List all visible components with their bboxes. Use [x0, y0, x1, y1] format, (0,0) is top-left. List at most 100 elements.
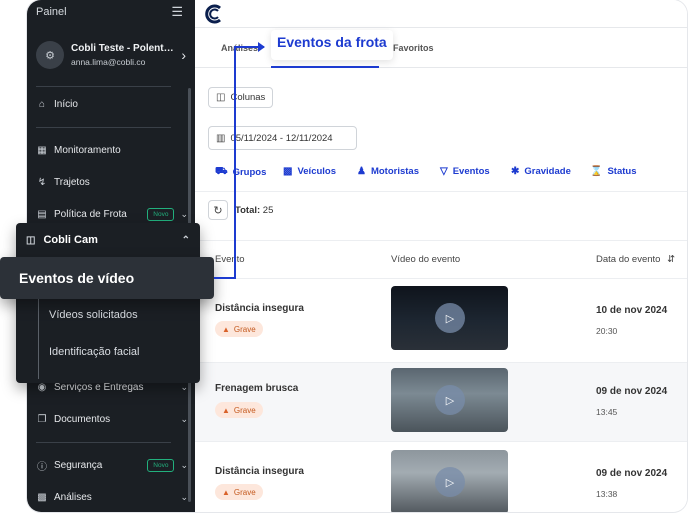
event-time: 13:45: [596, 407, 618, 417]
tab-label: Eventos da frota: [271, 30, 393, 60]
video-thumbnail[interactable]: ▷: [391, 368, 508, 432]
hourglass-icon: ⌛: [590, 166, 603, 177]
table-row[interactable]: Distância insegura ▲ Grave ▷ 09 de nov 2…: [195, 442, 687, 512]
sidebar-item-label: Análises: [54, 491, 92, 503]
chevron-down-icon: ⌄: [180, 381, 188, 392]
topbar: [195, 0, 687, 28]
sidebar-header: Painel ☰: [27, 0, 195, 24]
tab-eventos-da-frota[interactable]: Eventos da frota: [271, 28, 393, 68]
divider: [36, 442, 171, 443]
refresh-button[interactable]: ↻: [208, 200, 228, 220]
column-header-data[interactable]: Data do evento ⇵: [596, 254, 675, 265]
submenu-item-videos-solicitados[interactable]: Vídeos solicitados: [49, 309, 138, 321]
play-icon[interactable]: ▷: [435, 385, 465, 415]
hamburger-menu-icon[interactable]: ☰: [171, 4, 183, 20]
filter-label: Grupos: [232, 167, 267, 178]
tab-label: Análises: [221, 43, 259, 53]
refresh-icon: ↻: [213, 204, 223, 217]
filter-label: Status: [607, 166, 637, 177]
gear-icon: ⚙: [45, 49, 55, 62]
total-value: 25: [262, 205, 274, 216]
account-email: anna.lima@cobli.co: [71, 57, 146, 67]
filter-veiculos[interactable]: ▩ Veículos: [283, 166, 336, 177]
sidebar-item-inicio[interactable]: ⌂ Início: [36, 94, 188, 114]
sidebar-item-monitoramento[interactable]: ▦ Monitoramento: [36, 140, 188, 160]
warning-icon: ▲: [222, 324, 230, 334]
car-icon: ▩: [283, 166, 293, 177]
callout-connector: [214, 277, 236, 279]
event-name: Frenagem brusca: [215, 383, 299, 394]
chart-icon: ▩: [37, 491, 47, 503]
filter-status[interactable]: ⌛ Status: [590, 166, 637, 177]
date-range-picker[interactable]: ▥ 05/11/2024 - 12/11/2024: [208, 126, 357, 150]
package-icon: ◉: [37, 381, 47, 393]
table-row[interactable]: Frenagem brusca ▲ Grave ▷ 09 de nov 2024…: [195, 363, 687, 441]
filter-gravidade[interactable]: ✱ Gravidade: [511, 166, 571, 177]
submenu-item-identificacao-facial[interactable]: Identificação facial: [49, 346, 140, 358]
submenu-item-eventos-de-video[interactable]: Eventos de vídeo: [0, 257, 214, 299]
total-count: Total: 25: [235, 205, 273, 216]
severity-label: Grave: [233, 487, 256, 497]
callout-connector: [234, 46, 236, 278]
cobli-cam-submenu: ◫ Cobli Cam ⌃ Vídeos solicitados Identif…: [16, 223, 200, 383]
sidebar-item-cobli-cam[interactable]: ◫ Cobli Cam ⌃: [16, 223, 200, 257]
date-range-value: 05/11/2024 - 12/11/2024: [230, 132, 333, 144]
sidebar-title: Painel: [36, 6, 67, 18]
sidebar-item-documentos[interactable]: ❐ Documentos ⌄: [36, 409, 188, 429]
document-icon: ▤: [37, 208, 47, 220]
main-content: Análises ☆ Favoritos Eventos da frota ◫ …: [195, 0, 687, 512]
sidebar-item-label: Serviços e Entregas: [54, 381, 144, 393]
total-label: Total:: [235, 205, 261, 216]
sidebar-item-politica-de-frota[interactable]: ▤ Política de Frota Novo ⌄: [36, 204, 188, 224]
filter-eventos[interactable]: ▽ Eventos: [440, 166, 490, 177]
filter-label: Veículos: [297, 166, 337, 177]
chevron-up-icon: ⌃: [181, 234, 190, 246]
sidebar-item-label: Documentos: [54, 413, 111, 425]
sidebar-item-label: Trajetos: [54, 176, 90, 188]
route-icon: ↯: [37, 176, 47, 188]
tab-analises[interactable]: Análises: [221, 28, 258, 68]
column-header-video: Vídeo do evento: [391, 254, 461, 265]
bolt-icon: ✱: [511, 166, 520, 177]
map-icon: ▦: [37, 144, 47, 156]
new-badge: Novo: [147, 207, 175, 221]
play-icon[interactable]: ▷: [435, 467, 465, 497]
sidebar-item-label: Segurança: [54, 459, 103, 471]
active-tab-indicator: [271, 66, 379, 68]
sidebar-item-label: Início: [54, 98, 78, 110]
sidebar-item-analises[interactable]: ▩ Análises ⌄: [36, 487, 188, 507]
avatar: ⚙: [36, 41, 64, 69]
video-thumbnail[interactable]: ▷: [391, 286, 508, 350]
warning-icon: ▲: [222, 487, 230, 497]
truck-icon: ⛟: [215, 166, 228, 177]
sidebar-item-label: Monitoramento: [54, 144, 121, 156]
filter-icon: ▽: [440, 166, 448, 177]
event-date: 10 de nov 2024: [596, 305, 668, 316]
columns-icon: ◫: [216, 92, 226, 103]
chevron-down-icon: ⌄: [180, 459, 188, 470]
severity-badge: ▲ Grave: [215, 484, 263, 500]
column-header-evento[interactable]: Evento: [215, 254, 245, 265]
table-row[interactable]: Distância insegura ▲ Grave ▷ 10 de nov 2…: [195, 279, 687, 362]
event-name: Distância insegura: [215, 466, 304, 477]
event-time: 13:38: [596, 489, 618, 499]
severity-label: Grave: [233, 324, 256, 334]
filter-grupos[interactable]: ⛟ Grupos: [215, 166, 266, 179]
calendar-icon: ▥: [216, 132, 226, 144]
sidebar-item-seguranca[interactable]: ⓘ Segurança Novo ⌄: [36, 455, 188, 475]
filter-motoristas[interactable]: ♟ Motoristas: [357, 166, 419, 177]
arrow-right-icon: [258, 42, 265, 52]
shield-icon: ⓘ: [37, 461, 47, 473]
video-thumbnail[interactable]: ▷: [391, 450, 508, 512]
event-date: 09 de nov 2024: [596, 468, 668, 479]
account-switcher[interactable]: ⚙ Cobli Teste - Polentas ... anna.lima@c…: [36, 38, 186, 72]
sidebar-item-trajetos[interactable]: ↯ Trajetos: [36, 172, 188, 192]
columns-button[interactable]: ◫ Colunas: [208, 87, 274, 108]
event-time: 20:30: [596, 326, 618, 336]
documents-icon: ❐: [37, 413, 47, 425]
chevron-down-icon: ⌄: [180, 413, 188, 424]
play-icon[interactable]: ▷: [435, 303, 465, 333]
divider: [36, 127, 171, 128]
sidebar-item-label: Cobli Cam: [43, 234, 98, 246]
filter-label: Motoristas: [370, 166, 420, 177]
